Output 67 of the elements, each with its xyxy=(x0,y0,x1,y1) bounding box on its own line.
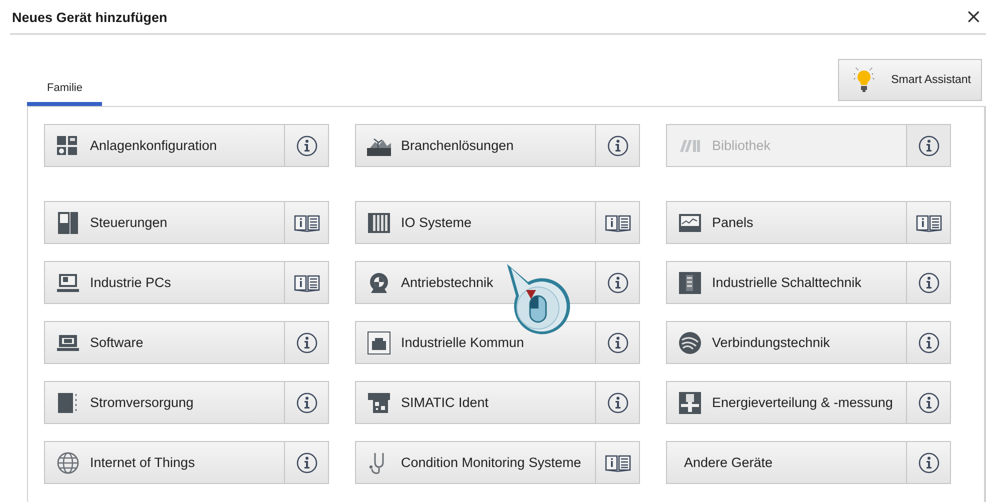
cable-icon xyxy=(678,330,702,354)
category-button[interactable]: Condition Monitoring Systeme xyxy=(355,441,595,484)
motor-icon xyxy=(367,270,391,294)
category-button[interactable]: Industrielle Kommun xyxy=(355,321,595,364)
category-button[interactable]: Branchenlösungen xyxy=(355,124,595,167)
info-icon xyxy=(918,332,940,354)
manual-button[interactable] xyxy=(284,261,329,304)
globe-icon xyxy=(56,450,80,474)
info-icon xyxy=(918,134,940,156)
info-icon xyxy=(606,392,628,414)
manual-button[interactable] xyxy=(595,201,640,244)
dialog-title: Neues Gerät hinzufügen xyxy=(12,10,168,24)
category-button[interactable]: Anlagenkonfiguration xyxy=(44,124,284,167)
manual-icon xyxy=(916,214,942,232)
info-button[interactable] xyxy=(284,381,329,424)
cabinet-icon xyxy=(56,210,80,234)
manual-icon xyxy=(604,454,630,472)
tab[interactable]: Familie xyxy=(27,82,102,106)
category-button[interactable]: Industrielle Schalttechnik xyxy=(666,261,906,304)
category-button[interactable]: Panels xyxy=(666,201,906,244)
info-button[interactable] xyxy=(595,381,640,424)
info-icon xyxy=(296,392,318,414)
info-button[interactable] xyxy=(906,381,951,424)
manual-button[interactable] xyxy=(595,441,640,484)
info-icon xyxy=(918,452,940,474)
info-icon xyxy=(918,272,940,294)
info-button[interactable] xyxy=(906,261,951,304)
smart-assistant-button[interactable]: Smart Assistant xyxy=(838,59,982,101)
info-button[interactable] xyxy=(906,124,951,167)
manual-icon xyxy=(604,214,630,232)
category-button[interactable]: Software xyxy=(44,321,284,364)
info-button[interactable] xyxy=(595,261,640,304)
info-icon xyxy=(606,134,628,156)
grid-icon xyxy=(56,134,80,158)
info-button[interactable] xyxy=(906,321,951,364)
switchgear-icon xyxy=(678,270,702,294)
info-button[interactable] xyxy=(906,441,951,484)
manual-button[interactable] xyxy=(906,201,951,244)
info-button[interactable] xyxy=(284,441,329,484)
category-button[interactable]: SIMATIC Ident xyxy=(355,381,595,424)
info-icon xyxy=(606,272,628,294)
info-button[interactable] xyxy=(284,124,329,167)
category-button[interactable]: Industrie PCs xyxy=(44,261,284,304)
category-button[interactable]: Internet of Things xyxy=(44,441,284,484)
light-bulb-icon xyxy=(853,67,876,93)
info-button[interactable] xyxy=(595,321,640,364)
info-icon xyxy=(296,332,318,354)
close-button[interactable]: × xyxy=(965,7,982,27)
qr-code-icon xyxy=(367,390,391,414)
info-button[interactable] xyxy=(284,321,329,364)
distribution-panel-icon xyxy=(678,390,702,414)
info-icon xyxy=(606,332,628,354)
manual-button[interactable] xyxy=(284,201,329,244)
category-button[interactable]: Steuerungen xyxy=(44,201,284,244)
info-button[interactable] xyxy=(595,124,640,167)
category-button[interactable]: Verbindungstechnik xyxy=(666,321,906,364)
category-button[interactable]: IO Systeme xyxy=(355,201,595,244)
module-rack-icon xyxy=(367,210,391,234)
manual-icon xyxy=(294,274,320,292)
info-icon xyxy=(296,452,318,474)
category-button[interactable]: Energieverteilung & -messung xyxy=(666,381,906,424)
info-icon xyxy=(296,134,318,156)
category-button[interactable]: Stromversorgung xyxy=(44,381,284,424)
info-icon xyxy=(918,392,940,414)
network-port-icon xyxy=(367,330,391,354)
category-button[interactable]: Andere Geräte xyxy=(666,441,906,484)
manual-icon xyxy=(294,214,320,232)
